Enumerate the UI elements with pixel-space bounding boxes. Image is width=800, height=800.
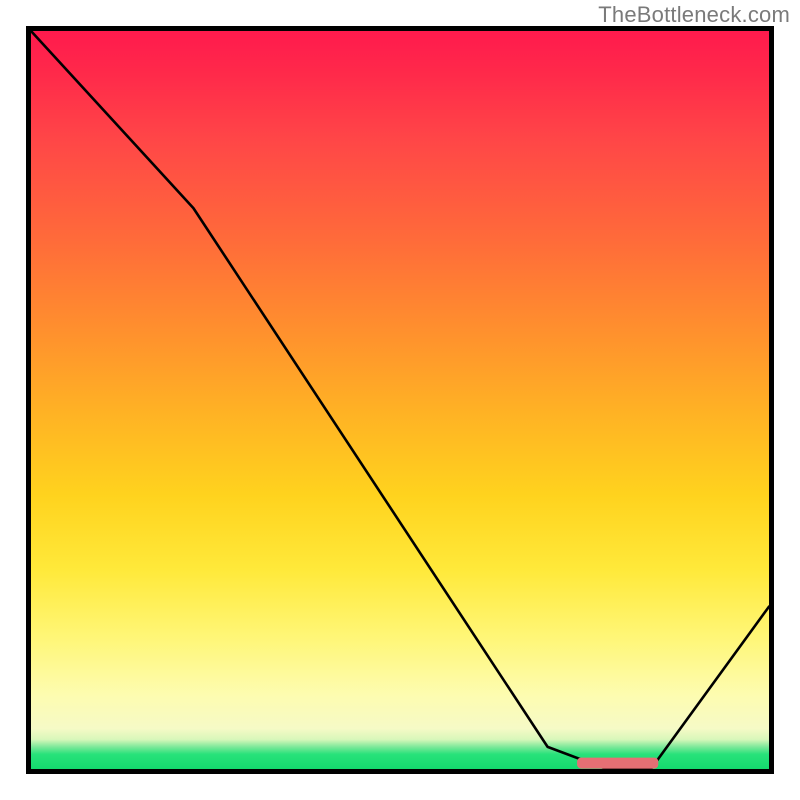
bottleneck-curve — [31, 31, 769, 769]
chart-container: TheBottleneck.com — [0, 0, 800, 800]
attribution-label: TheBottleneck.com — [598, 2, 790, 28]
optimal-range-marker — [577, 758, 658, 769]
plot-frame — [26, 26, 774, 774]
plot-overlay — [31, 31, 769, 769]
